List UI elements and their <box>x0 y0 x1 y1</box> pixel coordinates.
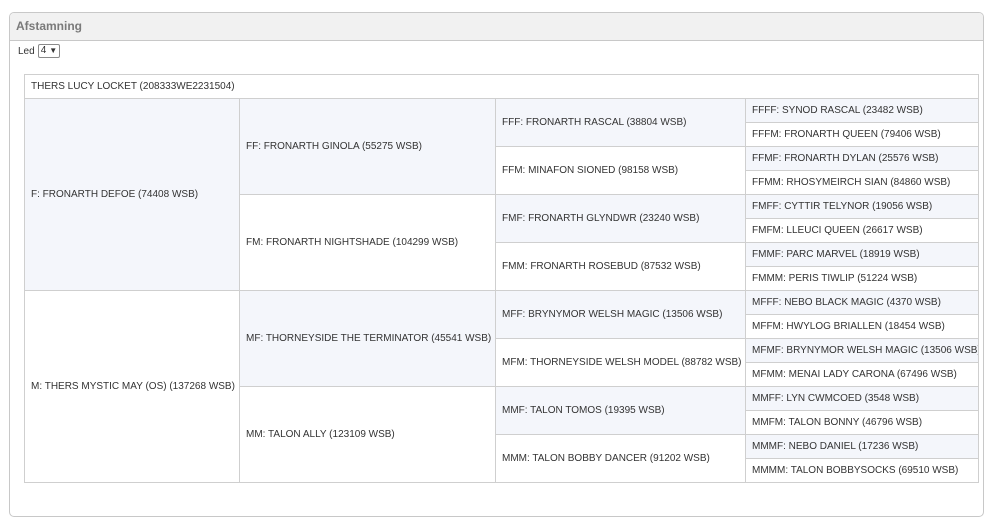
pedigree-cell-gen4: MFMF: BRYNYMOR WELSH MAGIC (13506 WSB) <box>745 338 979 363</box>
subject-horse: THERS LUCY LOCKET (208333WE2231504) <box>24 74 979 99</box>
pedigree-cell-gen4: MMFM: TALON BONNY (46796 WSB) <box>745 410 979 435</box>
pedigree-cell-gen4: MMFF: LYN CWMCOED (3548 WSB) <box>745 386 979 411</box>
pedigree-cell-gen4: FMMF: PARC MARVEL (18919 WSB) <box>745 242 979 267</box>
pedigree-cell-gen4: FFMM: RHOSYMEIRCH SIAN (84860 WSB) <box>745 170 979 195</box>
pedigree-cell-gen1: F: FRONARTH DEFOE (74408 WSB) <box>24 98 240 291</box>
pedigree-cell-gen4: FMFM: LLEUCI QUEEN (26617 WSB) <box>745 218 979 243</box>
pedigree-cell-gen4: MFMM: MENAI LADY CARONA (67496 WSB) <box>745 362 979 387</box>
pedigree-cell-gen3: FMF: FRONARTH GLYNDWR (23240 WSB) <box>495 194 746 243</box>
pedigree-cell-gen4: MMMF: NEBO DANIEL (17236 WSB) <box>745 434 979 459</box>
pedigree-cell-gen4: MMMM: TALON BOBBYSOCKS (69510 WSB) <box>745 458 979 483</box>
generations-select[interactable]: 4 ▼ <box>37 44 61 58</box>
pedigree-cell-gen3: MMM: TALON BOBBY DANCER (91202 WSB) <box>495 434 746 483</box>
generations-label: Led <box>18 45 35 57</box>
pedigree-cell-gen4: MFFF: NEBO BLACK MAGIC (4370 WSB) <box>745 290 979 315</box>
pedigree-cell-gen3: MFF: BRYNYMOR WELSH MAGIC (13506 WSB) <box>495 290 746 339</box>
pedigree-cell-gen2: FF: FRONARTH GINOLA (55275 WSB) <box>239 98 496 195</box>
pedigree-cell-gen3: FFF: FRONARTH RASCAL (38804 WSB) <box>495 98 746 147</box>
pedigree-cell-gen4: FMMM: PERIS TIWLIP (51224 WSB) <box>745 266 979 291</box>
pedigree-cell-gen2: MF: THORNEYSIDE THE TERMINATOR (45541 WS… <box>239 290 496 387</box>
pedigree-cell-gen4: FFFF: SYNOD RASCAL (23482 WSB) <box>745 98 979 123</box>
pedigree-table: THERS LUCY LOCKET (208333WE2231504) F: F… <box>24 74 979 483</box>
pedigree-cell-gen4: FMFF: CYTTIR TELYNOR (19056 WSB) <box>745 194 979 219</box>
pedigree-panel: Afstamning Led 4 ▼ THERS LUCY LOCKET (20… <box>9 12 984 517</box>
panel-title: Afstamning <box>10 13 983 41</box>
pedigree-cell-gen3: MFM: THORNEYSIDE WELSH MODEL (88782 WSB) <box>495 338 746 387</box>
pedigree-cell-gen1: M: THERS MYSTIC MAY (OS) (137268 WSB) <box>24 290 240 483</box>
pedigree-cell-gen4: MFFM: HWYLOG BRIALLEN (18454 WSB) <box>745 314 979 339</box>
chevron-down-icon: ▼ <box>49 46 58 55</box>
pedigree-cell-gen4: FFMF: FRONARTH DYLAN (25576 WSB) <box>745 146 979 171</box>
pedigree-cell-gen3: FFM: MINAFON SIONED (98158 WSB) <box>495 146 746 195</box>
pedigree-cell-gen2: FM: FRONARTH NIGHTSHADE (104299 WSB) <box>239 194 496 291</box>
pedigree-cell-gen4: FFFM: FRONARTH QUEEN (79406 WSB) <box>745 122 979 147</box>
pedigree-cell-gen3: FMM: FRONARTH ROSEBUD (87532 WSB) <box>495 242 746 291</box>
generations-value: 4 <box>40 45 47 56</box>
generations-control: Led 4 ▼ <box>18 44 61 58</box>
pedigree-cell-gen2: MM: TALON ALLY (123109 WSB) <box>239 386 496 483</box>
pedigree-cell-gen3: MMF: TALON TOMOS (19395 WSB) <box>495 386 746 435</box>
